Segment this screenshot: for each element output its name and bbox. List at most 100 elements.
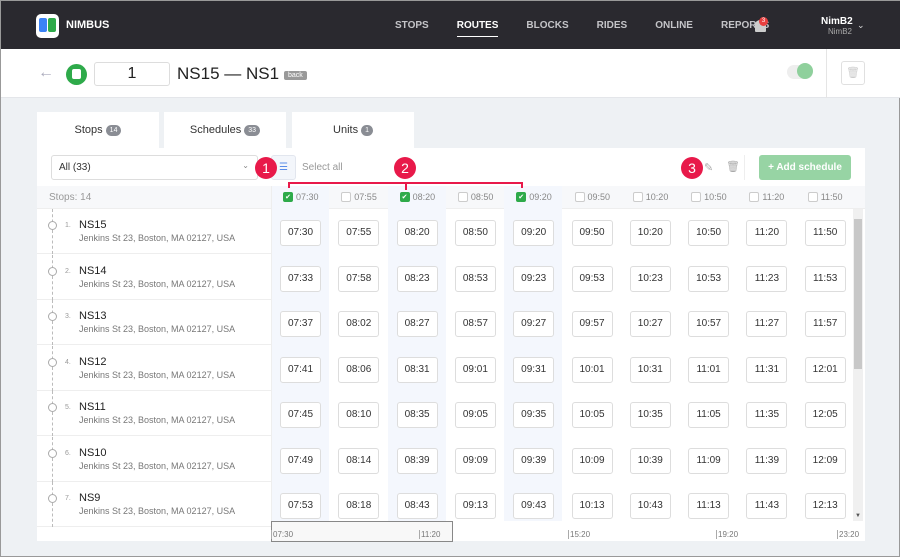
time-cell[interactable]: 07:41 bbox=[280, 356, 321, 383]
column-header[interactable]: 10:20 bbox=[632, 192, 668, 202]
time-cell[interactable]: 10:05 bbox=[571, 402, 613, 428]
column-header[interactable]: 10:50 bbox=[691, 192, 727, 202]
time-cell[interactable]: 10:57 bbox=[688, 311, 730, 337]
time-cell[interactable]: 08:27 bbox=[396, 311, 438, 337]
time-cell[interactable]: 11:35 bbox=[746, 402, 788, 428]
time-cell[interactable]: 11:53 bbox=[804, 265, 846, 292]
nav-link-rides[interactable]: RIDES bbox=[597, 20, 628, 37]
column-checkbox[interactable]: ✔ bbox=[399, 192, 410, 202]
time-cell[interactable]: 12:05 bbox=[804, 402, 846, 428]
time-cell[interactable]: 09:31 bbox=[513, 356, 555, 383]
time-cell[interactable]: 07:30 bbox=[280, 220, 321, 246]
time-cell[interactable]: 08:43 bbox=[396, 493, 438, 519]
time-cell[interactable]: 09:35 bbox=[513, 402, 555, 428]
select-all-link[interactable]: Select all bbox=[302, 162, 343, 173]
time-cell[interactable]: 11:43 bbox=[746, 493, 788, 519]
column-checkbox[interactable] bbox=[632, 192, 643, 202]
back-arrow-icon[interactable]: ← bbox=[38, 64, 54, 82]
time-cell[interactable]: 11:20 bbox=[746, 220, 788, 246]
time-cell[interactable]: 08:31 bbox=[396, 356, 438, 383]
time-cell[interactable]: 08:35 bbox=[396, 402, 438, 428]
time-cell[interactable]: 09:57 bbox=[571, 311, 613, 337]
time-cell[interactable]: 09:53 bbox=[571, 265, 613, 292]
time-cell[interactable]: 08:10 bbox=[338, 402, 380, 428]
time-cell[interactable]: 10:43 bbox=[629, 493, 671, 519]
time-cell[interactable]: 07:58 bbox=[338, 265, 380, 292]
time-cell[interactable]: 11:27 bbox=[746, 311, 788, 337]
time-cell[interactable]: 08:39 bbox=[396, 447, 438, 474]
time-cell[interactable]: 12:13 bbox=[804, 493, 846, 519]
time-cell[interactable]: 07:53 bbox=[280, 493, 321, 519]
tab-units[interactable]: Units 1 bbox=[292, 112, 414, 149]
time-cell[interactable]: 10:35 bbox=[629, 402, 671, 428]
time-cell[interactable]: 09:43 bbox=[513, 493, 555, 519]
time-cell[interactable]: 09:50 bbox=[571, 220, 613, 246]
nav-link-online[interactable]: ONLINE bbox=[655, 20, 693, 37]
time-cell[interactable]: 11:23 bbox=[746, 265, 788, 292]
time-cell[interactable]: 10:23 bbox=[629, 265, 671, 292]
time-cell[interactable]: 09:27 bbox=[513, 311, 555, 337]
column-header[interactable]: 11:20 bbox=[749, 192, 784, 202]
schedule-filter-select[interactable]: All (33) ⌄ bbox=[51, 155, 258, 180]
timeline-scroller[interactable]: 07:30 11:20 15:20 19:20 23:20 bbox=[271, 521, 865, 542]
time-cell[interactable]: 11:09 bbox=[688, 447, 730, 474]
time-cell[interactable]: 09:39 bbox=[513, 447, 555, 474]
time-cell[interactable]: 10:39 bbox=[629, 447, 671, 474]
time-cell[interactable]: 09:20 bbox=[513, 220, 555, 246]
time-cell[interactable]: 09:05 bbox=[454, 402, 496, 428]
column-header[interactable]: 09:50 bbox=[574, 192, 610, 202]
column-header[interactable]: ✔ 09:20 bbox=[516, 192, 552, 202]
column-header[interactable]: ✔ 08:20 bbox=[399, 192, 435, 202]
time-cell[interactable]: 08:23 bbox=[396, 265, 438, 292]
time-cell[interactable]: 08:20 bbox=[396, 220, 438, 246]
time-cell[interactable]: 08:53 bbox=[454, 265, 496, 292]
column-header[interactable]: 11:50 bbox=[807, 192, 843, 202]
column-checkbox[interactable] bbox=[691, 192, 702, 202]
time-cell[interactable]: 08:50 bbox=[454, 220, 496, 246]
column-checkbox[interactable]: ✔ bbox=[516, 192, 527, 202]
time-cell[interactable]: 08:57 bbox=[454, 311, 496, 337]
user-menu[interactable]: NimB2 NimB2 bbox=[821, 16, 853, 36]
time-cell[interactable]: 10:31 bbox=[629, 356, 671, 383]
time-cell[interactable]: 10:50 bbox=[688, 220, 730, 246]
nav-link-routes[interactable]: ROUTES bbox=[456, 20, 499, 37]
nav-link-blocks[interactable]: BLOCKS bbox=[526, 20, 568, 37]
column-checkbox[interactable] bbox=[341, 192, 352, 202]
chevron-down-icon[interactable]: ⌄ bbox=[857, 20, 865, 31]
time-cell[interactable]: 10:53 bbox=[688, 265, 730, 292]
time-cell[interactable]: 07:37 bbox=[280, 311, 321, 337]
column-checkbox[interactable] bbox=[807, 192, 818, 202]
column-checkbox[interactable] bbox=[457, 192, 468, 202]
tab-schedules[interactable]: Schedules 33 bbox=[164, 112, 286, 149]
time-cell[interactable]: 12:01 bbox=[804, 356, 846, 383]
time-cell[interactable]: 07:49 bbox=[280, 447, 321, 474]
time-cell[interactable]: 11:31 bbox=[746, 356, 788, 383]
time-cell[interactable]: 09:01 bbox=[454, 356, 496, 383]
trash-icon[interactable]: 🗑 bbox=[726, 160, 740, 173]
time-cell[interactable]: 11:05 bbox=[688, 402, 730, 428]
time-cell[interactable]: 08:18 bbox=[338, 493, 380, 519]
time-cell[interactable]: 07:45 bbox=[280, 402, 321, 428]
time-cell[interactable]: 10:13 bbox=[571, 493, 613, 519]
time-cell[interactable]: 07:33 bbox=[280, 265, 321, 292]
active-toggle[interactable] bbox=[787, 63, 813, 79]
time-cell[interactable]: 08:02 bbox=[338, 311, 380, 337]
time-cell[interactable]: 12:09 bbox=[804, 447, 846, 474]
column-checkbox[interactable]: ✔ bbox=[283, 192, 293, 202]
time-cell[interactable]: 11:50 bbox=[804, 220, 846, 246]
time-cell[interactable]: 10:09 bbox=[571, 447, 613, 474]
time-cell[interactable]: 11:13 bbox=[688, 493, 730, 519]
time-cell[interactable]: 07:55 bbox=[338, 220, 380, 246]
time-cell[interactable]: 08:06 bbox=[338, 356, 380, 383]
time-cell[interactable]: 10:20 bbox=[629, 220, 671, 246]
vertical-scrollbar[interactable]: ▼ bbox=[853, 209, 863, 521]
time-cell[interactable]: 10:01 bbox=[571, 356, 613, 383]
nav-link-stops[interactable]: STOPS bbox=[395, 20, 429, 37]
column-header[interactable]: 07:55 bbox=[341, 192, 377, 202]
column-header[interactable]: 08:50 bbox=[457, 192, 493, 202]
column-checkbox[interactable] bbox=[749, 192, 760, 202]
delete-route-button[interactable]: 🗑 bbox=[841, 61, 865, 85]
time-cell[interactable]: 09:13 bbox=[454, 493, 496, 519]
time-cell[interactable]: 10:27 bbox=[629, 311, 671, 337]
column-header[interactable]: ✔ 07:30 bbox=[283, 192, 319, 202]
